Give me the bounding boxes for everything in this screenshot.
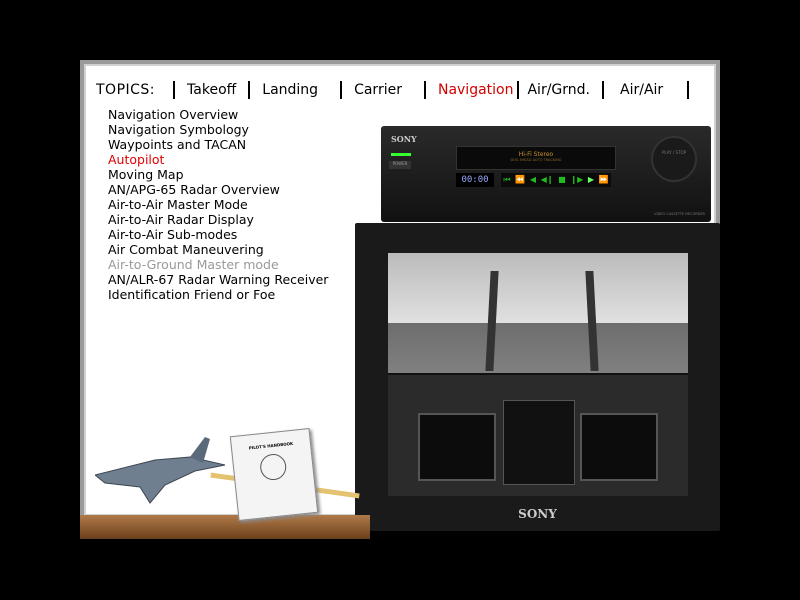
tab-air-air[interactable]: Air/Air	[620, 82, 663, 98]
play-button[interactable]: ▶	[588, 173, 594, 187]
lesson-item[interactable]: Navigation Symbology	[108, 122, 328, 137]
pilots-handbook[interactable]: PILOT'S HANDBOOK	[229, 428, 319, 521]
tab-air-ground[interactable]: Air/Grnd.	[527, 82, 590, 98]
lesson-item[interactable]: AN/APG-65 Radar Overview	[108, 182, 328, 197]
tab-takeoff[interactable]: Takeoff	[187, 82, 236, 98]
divider	[173, 81, 176, 99]
step-back-button[interactable]: ◀❙	[541, 173, 554, 187]
tab-carrier[interactable]: Carrier	[354, 82, 402, 98]
wooden-shelf	[80, 515, 370, 539]
skip-start-button[interactable]: ⏮	[503, 173, 510, 187]
lesson-item[interactable]: Air-to-Air Radar Display	[108, 212, 328, 227]
vcr: SONY POWER Hi-Fi Stereo DOS 4HEAD AUTO TR…	[381, 126, 711, 222]
topics-label: TOPICS:	[96, 82, 156, 98]
lesson-list: Navigation Overview Navigation Symbology W…	[108, 107, 328, 302]
topics-bar: TOPICS: Takeoff Landing Carrier Navigati…	[96, 79, 701, 101]
divider	[248, 81, 251, 99]
power-button[interactable]: POWER	[389, 161, 411, 169]
tab-landing[interactable]: Landing	[262, 82, 318, 98]
cockpit-dashboard	[388, 373, 688, 496]
seal-icon	[258, 452, 288, 482]
lesson-item[interactable]: Air-to-Air Sub-modes	[108, 227, 328, 242]
lesson-item[interactable]: Air Combat Maneuvering	[108, 242, 328, 257]
divider	[687, 81, 690, 99]
sky	[388, 253, 688, 333]
lesson-item[interactable]: Waypoints and TACAN	[108, 137, 328, 152]
divider	[423, 81, 426, 99]
jog-dial[interactable]: PLAY / STOP	[651, 136, 697, 182]
lesson-item[interactable]: Autopilot	[108, 152, 328, 167]
transport-controls: ⏮ ⏪ ◀ ◀❙ ■ ❙▶ ▶ ⏩	[501, 173, 611, 187]
video-screen[interactable]	[388, 253, 688, 496]
right-mfd	[580, 413, 658, 481]
lesson-item[interactable]: Identification Friend or Foe	[108, 287, 328, 302]
rewind-button[interactable]: ⏪	[515, 173, 525, 187]
handbook-title: PILOT'S HANDBOOK	[248, 440, 294, 451]
tv-monitor: SONY	[355, 223, 720, 531]
reverse-button[interactable]: ◀	[530, 173, 536, 187]
divider	[340, 81, 343, 99]
lesson-item[interactable]: Moving Map	[108, 167, 328, 182]
tape-counter: 00:00	[456, 173, 494, 187]
vcr-model: VIDEO CASSETTE RECORDER	[654, 212, 705, 216]
vcr-brand: SONY	[391, 134, 417, 144]
lesson-item[interactable]: Air-to-Ground Master mode	[108, 257, 328, 272]
display-subtitle: DOS 4HEAD AUTO TRACKING	[510, 158, 562, 162]
fast-forward-button[interactable]: ⏩	[599, 173, 609, 187]
vcr-display: Hi-Fi Stereo DOS 4HEAD AUTO TRACKING	[456, 146, 616, 170]
tv-brand: SONY	[518, 507, 557, 521]
lesson-item[interactable]: AN/ALR-67 Radar Warning Receiver	[108, 272, 328, 287]
left-mfd	[418, 413, 496, 481]
power-led	[391, 153, 411, 156]
display-title: Hi-Fi Stereo	[518, 151, 554, 158]
divider	[517, 81, 520, 99]
up-front-controller	[503, 400, 575, 485]
jet-model-icon	[95, 437, 226, 504]
stop-button[interactable]: ■	[558, 173, 566, 187]
step-forward-button[interactable]: ❙▶	[570, 173, 583, 187]
dial-label: PLAY / STOP	[661, 150, 687, 155]
lesson-item[interactable]: Air-to-Air Master Mode	[108, 197, 328, 212]
lesson-item[interactable]: Navigation Overview	[108, 107, 328, 122]
divider	[602, 81, 604, 99]
tab-navigation[interactable]: Navigation	[438, 82, 514, 98]
